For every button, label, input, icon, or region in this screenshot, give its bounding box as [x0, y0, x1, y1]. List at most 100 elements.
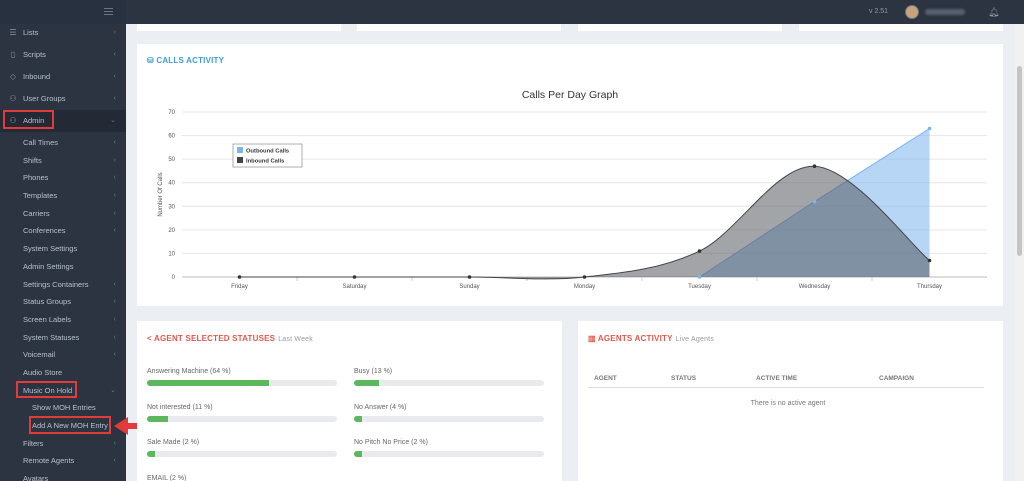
x-tick-label: Tuesday	[688, 284, 711, 290]
sidebar-item-user-groups[interactable]: ⚇ User Groups ‹	[0, 88, 126, 110]
sidebar-subitem[interactable]: Admin Settings	[0, 258, 126, 276]
outbound-point	[812, 199, 817, 204]
moh-subitem[interactable]: Add A New MOH Entry	[0, 417, 126, 435]
sidebar-subitem-label: Shifts	[23, 155, 42, 165]
calls-activity-card: ⛁ CALLS ACTIVITY Calls Per Day Graph 0 10 2…	[137, 44, 1003, 306]
sidebar-subitem-label: System Statuses	[23, 332, 80, 342]
x-tick-label: Friday	[231, 284, 248, 290]
sidebar-subitem[interactable]: Status Groups ‹	[0, 293, 126, 311]
username-blurred[interactable]	[925, 9, 965, 15]
status-item: Sale Made (2 %)	[147, 438, 337, 457]
avatar[interactable]	[905, 5, 919, 19]
sidebar-subitem[interactable]: System Statuses ‹	[0, 329, 126, 347]
sidebar-subitem[interactable]: Music On Hold ⌄	[0, 382, 126, 400]
chevron-left-icon: ‹	[113, 156, 116, 164]
chevron-left-icon: ‹	[113, 280, 116, 288]
y-axis-label: Number Of Calls	[158, 172, 164, 216]
sidebar-subitem[interactable]: Carriers ‹	[0, 205, 126, 223]
diamond-icon: ◇	[9, 72, 17, 81]
status-label: Not interested (11 %)	[147, 403, 213, 411]
chevron-left-icon: ‹	[113, 29, 116, 36]
table-header-divider	[588, 387, 984, 388]
moh-subitem[interactable]: Show MOH Entries	[0, 399, 126, 417]
chevron-down-icon: ⌄	[110, 386, 116, 394]
chart-title: Calls Per Day Graph	[522, 89, 618, 101]
sidebar-subitem-label: Admin Settings	[23, 261, 74, 271]
sidebar-subitem[interactable]: Screen Labels ‹	[0, 311, 126, 329]
sidebar-subitem[interactable]: Call Times ‹	[0, 134, 126, 152]
stat-card-2	[357, 24, 561, 31]
sidebar-subitem-label: Screen Labels	[23, 314, 71, 324]
agents-activity-title: ▥ AGENTS ACTIVITY Live Agents	[588, 334, 715, 343]
version-label: v 2.51	[869, 8, 889, 15]
sidebar-subitem[interactable]: Settings Containers ‹	[0, 276, 126, 294]
sidebar-header	[0, 0, 126, 24]
sidebar-subitem[interactable]: System Settings	[0, 240, 126, 258]
bell-icon[interactable]: 🔔︎	[988, 7, 999, 18]
status-label: Sale Made (2 %)	[147, 439, 200, 446]
users-icon: ⚇	[9, 94, 17, 103]
sidebar-subitem[interactable]: Phones ‹	[0, 169, 126, 187]
status-item: Answering Machine (64 %)	[147, 367, 337, 386]
status-label: EMAIL (2 %)	[147, 474, 187, 481]
y-tick-label: 60	[168, 134, 175, 140]
scrollbar-thumb[interactable]	[1017, 66, 1022, 256]
sidebar-subitem[interactable]: Filters ‹	[0, 435, 126, 453]
inbound-point	[352, 275, 357, 279]
legend-swatch-outbound	[237, 147, 243, 153]
sidebar-subitem[interactable]: Conferences ‹	[0, 222, 126, 240]
status-label: Answering Machine (64 %)	[147, 368, 231, 375]
chevron-left-icon: ‹	[113, 192, 116, 200]
chevron-left-icon: ‹	[113, 227, 116, 235]
inbound-point	[582, 275, 587, 279]
inbound-point	[812, 164, 817, 169]
col-active-time: ACTIVE TIME	[756, 375, 798, 382]
sidebar-subitem[interactable]: Templates ‹	[0, 187, 126, 205]
chevron-left-icon: ‹	[113, 139, 116, 146]
sidebar-item-admin[interactable]: ⚇ Admin ⌄	[0, 110, 126, 132]
page-scrollbar[interactable]	[1015, 24, 1024, 481]
sidebar-subitem[interactable]: Avatars	[0, 470, 126, 481]
chevron-left-icon: ‹	[113, 209, 116, 217]
status-progress-bar	[354, 380, 544, 386]
chevron-left-icon: ‹	[113, 315, 116, 323]
hamburger-icon[interactable]	[104, 8, 113, 15]
status-item: Busy (13 %)	[354, 367, 544, 386]
status-progress-fill	[147, 415, 168, 422]
inbound-point	[467, 275, 472, 279]
sidebar-item-inbound[interactable]: ◇ Inbound ‹	[0, 66, 126, 88]
chevron-down-icon: ⌄	[110, 117, 116, 124]
y-tick-label: 20	[168, 228, 175, 234]
sidebar-item-lists[interactable]: ☰ Lists ‹	[0, 22, 126, 44]
sidebar-subitem-label: Audio Store	[23, 367, 63, 377]
agents-activity-card: ▥ AGENTS ACTIVITY Live Agents AGENT STATU…	[578, 321, 1003, 481]
chevron-left-icon: ‹	[113, 95, 116, 102]
legend-label-outbound: Outbound Calls	[246, 149, 289, 155]
sidebar-subitem[interactable]: Remote Agents ‹	[0, 452, 126, 470]
status-progress-bar	[354, 451, 544, 457]
x-tick-label: Thursday	[917, 284, 942, 290]
status-progress-fill	[354, 451, 362, 457]
chevron-left-icon: ‹	[113, 333, 116, 341]
legend-swatch-inbound	[237, 157, 243, 163]
status-item: No Answer (4 %)	[354, 403, 544, 422]
chevron-left-icon: ‹	[113, 174, 116, 182]
x-tick-label: Wednesday	[799, 284, 831, 290]
empty-message: There is no active agent	[750, 400, 826, 407]
col-campaign: CAMPAIGN	[879, 375, 914, 382]
status-progress-fill	[147, 380, 269, 386]
status-progress-fill	[354, 380, 379, 386]
col-status: STATUS	[671, 375, 697, 382]
agent-statuses-title: < AGENT SELECTED STATUSES Last Week	[147, 334, 313, 343]
status-label: No Pitch No Price (2 %)	[354, 439, 428, 446]
sidebar-subitem[interactable]: Audio Store	[0, 364, 126, 382]
sidebar-item-scripts[interactable]: ▯ Scripts ‹	[0, 44, 126, 66]
status-progress-bar	[354, 415, 544, 422]
sidebar-subitem-label: Phones	[23, 173, 49, 183]
sidebar-subitem[interactable]: Shifts ‹	[0, 152, 126, 170]
user-icon: ⚇	[9, 116, 17, 125]
status-progress-bar	[147, 451, 337, 457]
status-progress-fill	[354, 415, 362, 422]
status-label: No Answer (4 %)	[354, 403, 407, 411]
sidebar-subitem[interactable]: Voicemail ‹	[0, 346, 126, 364]
